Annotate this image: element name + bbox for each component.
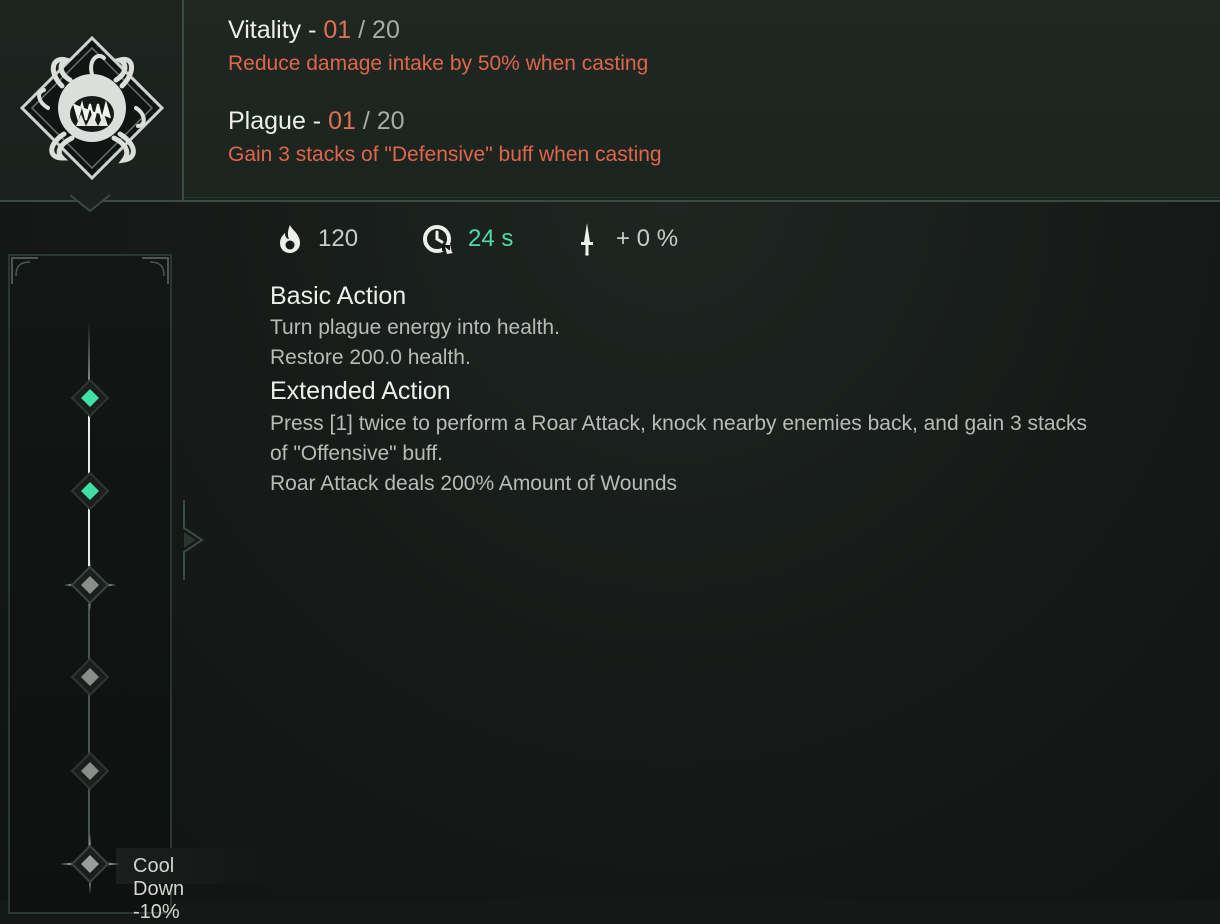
basic-action-title: Basic Action bbox=[270, 282, 407, 310]
clock-refresh-icon bbox=[423, 225, 453, 254]
chevron-down-icon bbox=[70, 194, 110, 213]
flame-icon bbox=[280, 225, 300, 253]
rune-max-level: / 20 bbox=[355, 107, 405, 135]
dagger-icon bbox=[581, 223, 593, 256]
track-node-locked[interactable] bbox=[70, 751, 110, 791]
basic-action-line: Restore 200.0 health. bbox=[270, 346, 471, 369]
ornament-icon bbox=[11, 257, 38, 284]
rune-level: 01 bbox=[323, 16, 352, 44]
damage-bonus-stat: + 0 % bbox=[578, 223, 679, 256]
chevron-right-icon bbox=[183, 500, 204, 580]
basic-action-line: Turn plague energy into health. bbox=[270, 316, 560, 339]
track-node-locked[interactable] bbox=[70, 657, 110, 697]
cooldown-value: 24 s bbox=[468, 225, 514, 252]
rune-title-plague: Plague - 01 / 20 bbox=[228, 107, 405, 136]
header-divider bbox=[184, 197, 1220, 198]
skill-sidebar: Cool Down -10% bbox=[0, 0, 324, 923]
extended-action-line: of "Offensive" buff. bbox=[270, 442, 443, 465]
rune-description-plague: Gain 3 stacks of "Defensive" buff when c… bbox=[228, 143, 662, 166]
track-node-bonus[interactable] bbox=[60, 834, 120, 894]
rune-name: Vitality bbox=[228, 16, 302, 44]
tentacle-maw-icon bbox=[19, 35, 165, 181]
rune-description-vitality: Reduce damage intake by 50% when casting bbox=[228, 52, 649, 75]
skill-icon-frame[interactable] bbox=[0, 0, 184, 202]
extended-action-line: Press [1] twice to perform a Roar Attack… bbox=[270, 412, 1088, 435]
rune-dash: - bbox=[301, 16, 324, 44]
damage-bonus-value: + 0 % bbox=[616, 225, 679, 252]
energy-cost-value: 120 bbox=[318, 225, 359, 252]
bonus-label: Cool Down -10% bbox=[133, 855, 185, 923]
track-line-locked bbox=[88, 566, 90, 866]
track-node-unlocked[interactable] bbox=[70, 471, 110, 511]
rune-max-level: / 20 bbox=[351, 16, 400, 44]
rune-name: Plague bbox=[228, 107, 306, 135]
track-node-unlocked[interactable] bbox=[70, 378, 110, 418]
rune-level: 01 bbox=[328, 107, 356, 135]
energy-cost-stat: 120 bbox=[276, 224, 358, 254]
ornament-icon bbox=[142, 257, 169, 284]
cooldown-stat: 24 s bbox=[420, 224, 513, 254]
rune-title-vitality: Vitality - 01 / 20 bbox=[228, 16, 400, 45]
track-node-next[interactable] bbox=[64, 559, 116, 611]
extended-action-title: Extended Action bbox=[270, 377, 451, 405]
rune-dash: - bbox=[305, 107, 329, 135]
extended-action-line: Roar Attack deals 200% Amount of Wounds bbox=[270, 472, 678, 495]
